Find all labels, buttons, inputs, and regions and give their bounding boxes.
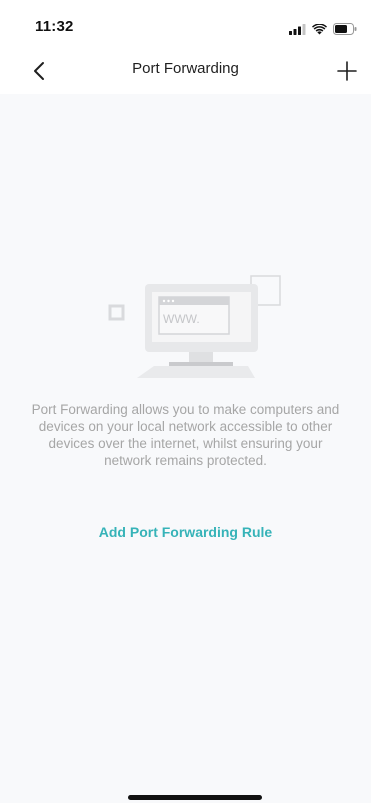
empty-state-illustration: WWW. — [105, 272, 290, 382]
add-port-forwarding-rule-link[interactable]: Add Port Forwarding Rule — [0, 524, 371, 540]
battery-icon — [333, 22, 357, 40]
status-bar: 11:32 — [0, 0, 371, 50]
status-time: 11:32 — [35, 18, 74, 35]
page-title: Port Forwarding — [132, 60, 239, 77]
computer-www-icon: WWW. — [108, 275, 281, 378]
navigation-bar: Port Forwarding — [0, 50, 371, 94]
plus-icon — [337, 61, 357, 81]
svg-text:WWW.: WWW. — [163, 312, 200, 326]
signal-icon — [289, 22, 306, 40]
status-icons — [289, 22, 357, 40]
add-button[interactable] — [335, 59, 359, 83]
home-indicator — [128, 795, 262, 800]
empty-state-description: Port Forwarding allows you to make compu… — [31, 402, 340, 468]
wifi-icon — [312, 22, 327, 40]
